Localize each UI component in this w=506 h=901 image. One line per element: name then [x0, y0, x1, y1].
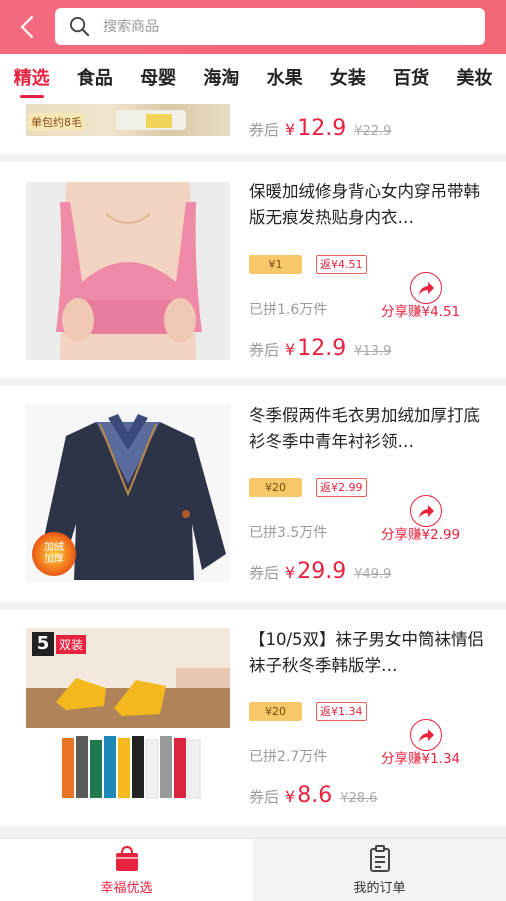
product-image-partial[interactable]: 单包约8毛 [26, 104, 230, 136]
share-earn-link[interactable]: 分享赚¥1.34 [381, 747, 460, 767]
order-list-icon [369, 845, 390, 872]
search-icon [69, 16, 90, 37]
tab-food[interactable]: 食品 [75, 54, 115, 104]
tab-fruit[interactable]: 水果 [265, 54, 305, 104]
coupon-badge: ¥1 [249, 255, 302, 274]
currency-symbol: ¥ [285, 120, 296, 139]
share-earn-link[interactable]: 分享赚¥4.51 [381, 300, 460, 320]
original-price: ¥13.9 [354, 344, 392, 359]
nav-happy-selection[interactable]: 幸福优选 [0, 839, 253, 901]
nav-my-orders[interactable]: 我的订单 [253, 839, 506, 901]
nav-label: 我的订单 [353, 881, 406, 896]
price-row: 券后 ¥ 12.9 ¥22.9 [249, 116, 391, 146]
coupon-price: 29.9 [297, 559, 347, 584]
tab-mother-baby[interactable]: 母婴 [138, 54, 178, 104]
coupon-badge: ¥20 [249, 478, 302, 497]
price-row: 券后 ¥ 12.9 ¥13.9 [249, 336, 391, 366]
product-list[interactable]: 单包约8毛 券后 ¥ 12.9 ¥22.9 保暖加绒修身背心女内穿吊带韩版无痕发… [0, 104, 506, 836]
shopping-bag-icon [115, 845, 138, 871]
pack-count-badge: 5 双装 [32, 632, 87, 656]
coupon-price: 8.6 [297, 783, 333, 808]
category-tabs: 精选 食品 母婴 海淘 水果 女装 百货 美妆 [0, 54, 506, 104]
rebate-badge: 返¥1.34 [316, 702, 367, 721]
share-arrow-icon [418, 728, 434, 742]
product-card[interactable]: 加绒 加厚 冬季假两件毛衣男加绒加厚打底衫冬季中青年衬衫领… ¥20 返¥2.9… [0, 386, 506, 602]
product-title[interactable]: 【10/5双】袜子男女中筒袜情侣袜子秋冬季韩版学… [249, 627, 489, 679]
product-image-caption: 单包约8毛 [28, 113, 85, 131]
coupon-badge: ¥20 [249, 702, 302, 721]
tab-womens-clothing[interactable]: 女装 [328, 54, 368, 104]
product-title[interactable]: 保暖加绒修身背心女内穿吊带韩版无痕发热贴身内衣… [249, 179, 489, 231]
share-earn-link[interactable]: 分享赚¥2.99 [381, 523, 460, 543]
tab-overseas[interactable]: 海淘 [201, 54, 241, 104]
pack-number: 5 [32, 632, 54, 656]
product-card-partial[interactable]: 单包约8毛 券后 ¥ 12.9 ¥22.9 [0, 104, 506, 154]
price-row: 券后 ¥ 29.9 ¥49.9 [249, 559, 391, 589]
product-card[interactable]: 5 双装 【10/5双】袜子男女中筒袜情侣袜子秋冬季韩版学… ¥20 返¥1.3… [0, 610, 506, 826]
currency-symbol: ¥ [285, 563, 296, 582]
pink-camisole-image [26, 182, 230, 360]
original-price: ¥28.6 [340, 791, 378, 806]
after-coupon-label: 券后 [249, 121, 280, 139]
nav-label: 幸福优选 [100, 881, 153, 896]
tab-general-goods[interactable]: 百货 [391, 54, 431, 104]
sold-count: 已拼3.5万件 [249, 525, 328, 541]
product-image[interactable]: 5 双装 [26, 628, 230, 806]
product-card[interactable]: 保暖加绒修身背心女内穿吊带韩版无痕发热贴身内衣… ¥1 返¥4.51 已拼1.6… [0, 162, 506, 378]
after-coupon-label: 券后 [249, 788, 280, 806]
thermal-badge: 加绒 加厚 [32, 532, 76, 576]
sold-count: 已拼2.7万件 [249, 749, 328, 765]
back-arrow-icon [20, 15, 34, 39]
currency-symbol: ¥ [285, 787, 296, 806]
bottom-navigation: 幸福优选 我的订单 [0, 838, 506, 901]
original-price: ¥49.9 [354, 567, 392, 582]
back-button[interactable] [10, 10, 44, 44]
rebate-badge: 返¥4.51 [316, 255, 367, 274]
after-coupon-label: 券后 [249, 564, 280, 582]
price-row: 券后 ¥ 8.6 ¥28.6 [249, 783, 377, 813]
product-image[interactable] [26, 182, 230, 360]
original-price: ¥22.9 [354, 124, 392, 139]
product-title[interactable]: 冬季假两件毛衣男加绒加厚打底衫冬季中青年衬衫领… [249, 403, 489, 455]
search-bar[interactable] [55, 8, 485, 45]
share-arrow-icon [418, 281, 434, 295]
coupon-price: 12.9 [297, 336, 347, 361]
product-image[interactable]: 加绒 加厚 [26, 404, 230, 582]
top-header [0, 0, 506, 54]
tab-beauty[interactable]: 美妆 [454, 54, 494, 104]
currency-symbol: ¥ [285, 340, 296, 359]
coupon-price: 12.9 [297, 116, 347, 141]
sold-count: 已拼1.6万件 [249, 302, 328, 318]
share-arrow-icon [418, 504, 434, 518]
search-input[interactable] [103, 18, 433, 35]
rebate-badge: 返¥2.99 [316, 478, 367, 497]
pack-label: 双装 [56, 634, 87, 654]
after-coupon-label: 券后 [249, 341, 280, 359]
tab-featured[interactable]: 精选 [12, 54, 52, 104]
product-box-art [146, 114, 172, 128]
